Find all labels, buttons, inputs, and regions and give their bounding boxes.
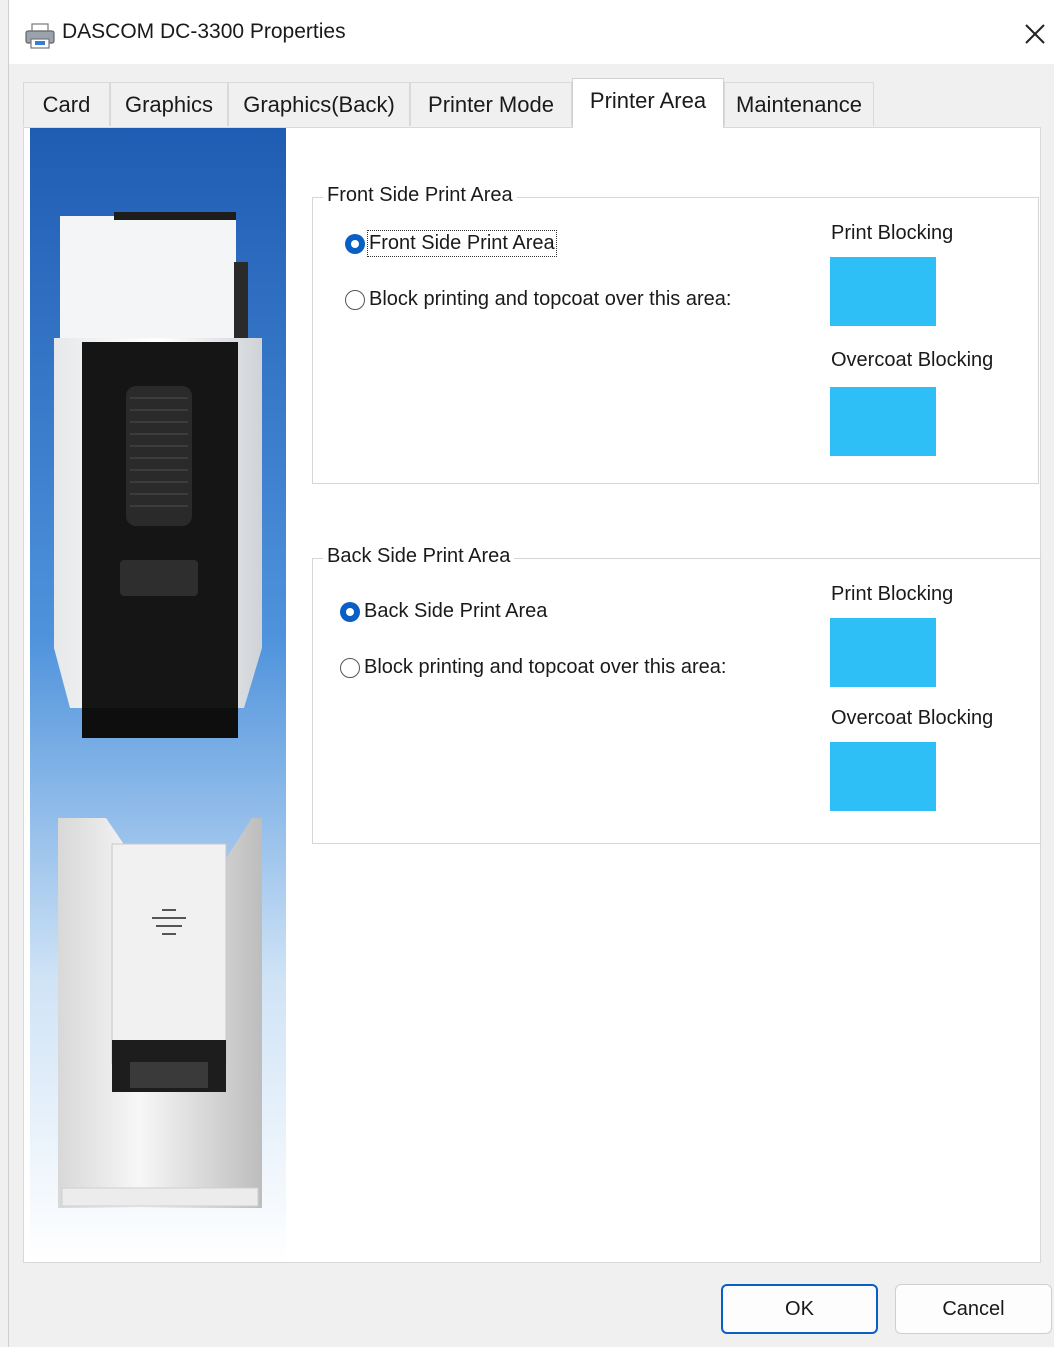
tab-card[interactable]: Card xyxy=(23,82,110,126)
cancel-button[interactable]: Cancel xyxy=(895,1284,1052,1334)
front-block-label: Block printing and topcoat over this are… xyxy=(369,288,732,310)
tab-printer-area[interactable]: Printer Area xyxy=(572,78,724,128)
tab-maintenance[interactable]: Maintenance xyxy=(724,82,874,126)
window-title: DASCOM DC-3300 Properties xyxy=(62,20,346,43)
tab-printer-mode[interactable]: Printer Mode xyxy=(410,82,572,126)
back-overcoat-blocking-label: Overcoat Blocking xyxy=(831,707,994,729)
tab-graphics-back[interactable]: Graphics(Back) xyxy=(228,82,410,126)
back-block-label: Block printing and topcoat over this are… xyxy=(364,656,727,678)
back-group-title: Back Side Print Area xyxy=(323,545,515,568)
front-option-block[interactable]: Block printing and topcoat over this are… xyxy=(345,288,731,311)
back-full-label: Back Side Print Area xyxy=(364,600,548,622)
title-bar: DASCOM DC-3300 Properties xyxy=(9,0,1054,64)
back-option-block[interactable]: Block printing and topcoat over this are… xyxy=(340,656,726,679)
ok-button[interactable]: OK xyxy=(721,1284,878,1334)
front-block-radio[interactable] xyxy=(345,289,365,310)
back-overcoat-blocking-swatch[interactable] xyxy=(830,742,936,811)
front-overcoat-blocking-label: Overcoat Blocking xyxy=(831,349,994,371)
front-option-full[interactable]: Front Side Print Area xyxy=(345,230,557,257)
properties-window: DASCOM DC-3300 Properties Card Graphics … xyxy=(8,0,1054,1347)
printer-illustration xyxy=(30,128,286,1262)
close-icon xyxy=(1025,24,1045,44)
front-print-area-group: Front Side Print Area Front Side Print A… xyxy=(312,184,1039,484)
back-print-blocking-swatch[interactable] xyxy=(830,618,936,687)
back-full-radio[interactable] xyxy=(340,601,360,622)
front-group-title: Front Side Print Area xyxy=(323,184,517,207)
tab-graphics[interactable]: Graphics xyxy=(110,82,228,126)
close-button[interactable] xyxy=(1015,14,1054,54)
back-print-blocking-label: Print Blocking xyxy=(831,583,954,605)
front-overcoat-blocking-swatch[interactable] xyxy=(830,387,936,456)
back-block-radio[interactable] xyxy=(340,657,360,678)
printer-area-panel: Front Side Print Area Front Side Print A… xyxy=(23,127,1041,1263)
tab-strip: Card Graphics Graphics(Back) Printer Mod… xyxy=(23,78,1043,128)
front-print-blocking-label: Print Blocking xyxy=(831,222,954,244)
back-print-area-group: Back Side Print Area Back Side Print Are… xyxy=(312,545,1041,844)
front-full-radio[interactable] xyxy=(345,233,365,254)
front-full-label: Front Side Print Area xyxy=(367,230,557,257)
front-print-blocking-swatch[interactable] xyxy=(830,257,936,326)
back-option-full[interactable]: Back Side Print Area xyxy=(340,600,547,623)
printer-icon xyxy=(25,23,55,49)
